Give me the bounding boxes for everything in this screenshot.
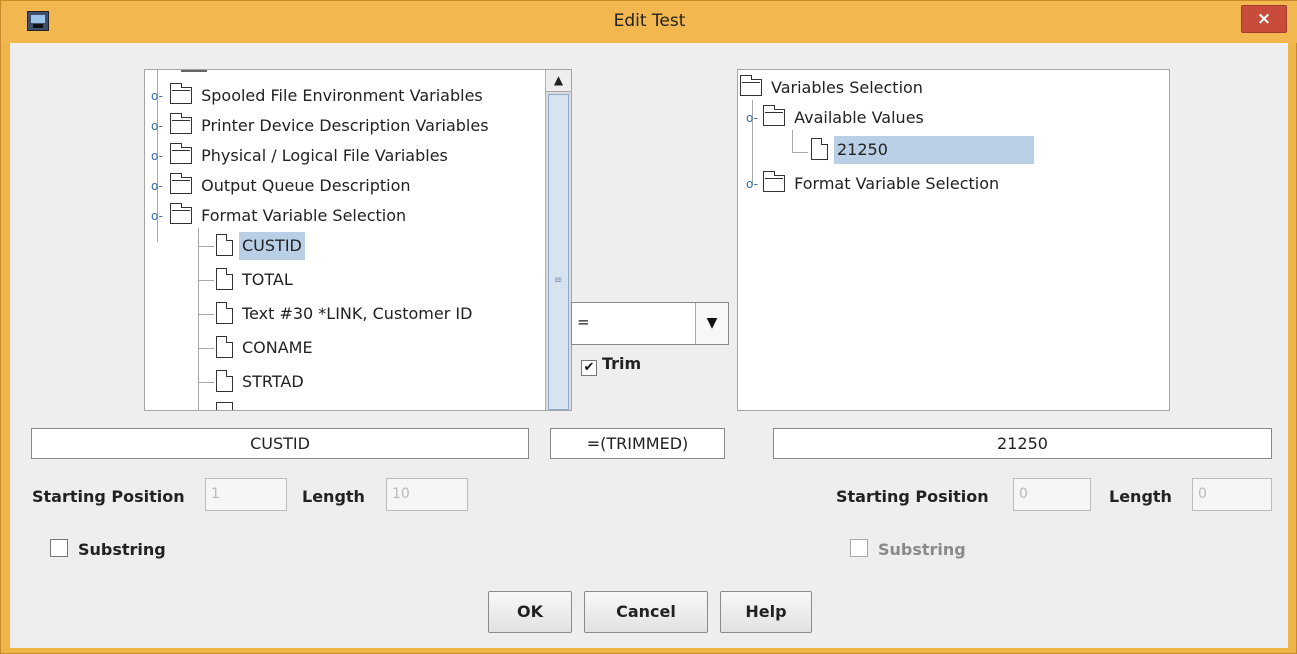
tree-node-physical-logical[interactable]: o- Physical / Logical File Variables [151,142,451,170]
left-length-label: Length [302,487,365,506]
folder-icon [170,143,193,164]
document-icon [216,268,233,290]
tree-branch-line [198,246,214,247]
variables-tree[interactable]: o- Spooled File Environment Variables o-… [144,69,572,411]
trim-label: Trim [602,354,642,373]
tree-branch-line [198,348,214,349]
left-length-input[interactable]: 10 [386,478,468,511]
right-length-input[interactable]: 0 [1192,478,1272,511]
edit-test-dialog: Edit Test × o- Spooled File Environment … [0,0,1297,654]
tree-node-text-30[interactable]: Text #30 *LINK, Customer ID [216,300,475,328]
left-substring-checkbox[interactable] [50,539,68,557]
dialog-body: o- Spooled File Environment Variables o-… [10,43,1288,648]
tree-node-output-queue[interactable]: o- Output Queue Description [151,172,414,200]
operator-field[interactable]: =(TRIMMED) [550,428,725,459]
folder-icon [740,75,762,96]
document-icon [216,336,233,358]
left-start-input[interactable]: 1 [205,478,287,511]
tree-branch-line [198,382,214,383]
trim-checkbox-row[interactable]: ✔ Trim [581,354,641,376]
checkmark-icon: ✔ [583,360,595,375]
document-icon [216,370,233,392]
help-button[interactable]: Help [720,591,812,633]
trim-checkbox[interactable]: ✔ [581,360,597,376]
folder-icon [170,173,193,194]
tree-node-available-values[interactable]: o- Available Values [746,104,927,132]
document-icon [811,138,828,160]
document-icon [216,234,233,256]
values-tree[interactable]: Variables Selection o- Available Values … [737,69,1170,411]
tree-guide-line [792,130,793,152]
tree-branch-line [792,152,808,153]
ok-button[interactable]: OK [488,591,572,633]
scroll-thumb[interactable]: ≡ [548,94,569,410]
tree-node-printer-device[interactable]: o- Printer Device Description Variables [151,112,492,140]
tree-expand-handle-icon[interactable]: o- [151,142,163,170]
operator-value: = [577,313,590,331]
left-substring-label: Substring [78,540,166,559]
right-length-label: Length [1109,487,1172,506]
operator-dropdown[interactable]: = ▼ [571,302,729,345]
title-bar[interactable]: Edit Test × [1,1,1297,43]
folder-icon [170,83,193,104]
left-start-label: Starting Position [32,487,185,506]
tree-branch-line [198,280,214,281]
tree-node-spooled-file[interactable]: o- Spooled File Environment Variables [151,82,486,110]
tree-expand-handle-icon[interactable]: o- [151,172,163,200]
folder-icon [170,203,193,224]
tree-expand-handle-icon[interactable]: o- [746,170,758,198]
folder-icon [763,105,786,126]
close-button[interactable]: × [1241,5,1287,33]
tree-branch-line [198,314,214,315]
right-substring-row[interactable]: Substring [850,539,966,559]
scroll-grip-icon: ≡ [554,275,563,286]
dropdown-arrow-icon[interactable]: ▼ [695,303,728,344]
tree-collapse-handle-icon[interactable]: o- [746,104,758,132]
right-value-field[interactable]: 21250 [773,428,1272,459]
right-substring-label: Substring [878,540,966,559]
tree-collapse-handle-icon[interactable]: o- [151,202,163,230]
tree-expand-handle-icon[interactable]: o- [151,112,163,140]
cancel-button[interactable]: Cancel [584,591,708,633]
tree-node-21250[interactable]: 21250 [811,136,1034,164]
tree-node-format-variable-selection[interactable]: o- Format Variable Selection [151,202,409,230]
folder-icon [170,113,193,134]
document-icon [216,302,233,324]
window-title: Edit Test [613,11,686,31]
right-start-label: Starting Position [836,487,989,506]
right-start-input[interactable]: 0 [1013,478,1091,511]
tree-node-variables-selection[interactable]: Variables Selection [740,74,926,102]
scroll-up-arrow-icon[interactable]: ▲ [546,70,571,92]
tree-node-coname[interactable]: CONAME [216,334,316,362]
right-substring-checkbox[interactable] [850,539,868,557]
tree-expand-handle-icon[interactable]: o- [151,82,163,110]
tree-node-custid[interactable]: CUSTID [216,232,305,260]
tree-guide-line [198,228,199,410]
tree-node-total[interactable]: TOTAL [216,266,296,294]
tree-node-strtad[interactable]: STRTAD [216,368,307,396]
left-substring-row[interactable]: Substring [50,539,166,559]
vertical-scrollbar[interactable]: ▲ ≡ [545,70,571,410]
partial-document-icon [216,402,233,410]
left-variable-field[interactable]: CUSTID [31,428,529,459]
folder-icon [763,171,786,192]
partial-folder-top [181,70,207,72]
tree-node-format-variable-selection-right[interactable]: o- Format Variable Selection [746,170,1002,198]
